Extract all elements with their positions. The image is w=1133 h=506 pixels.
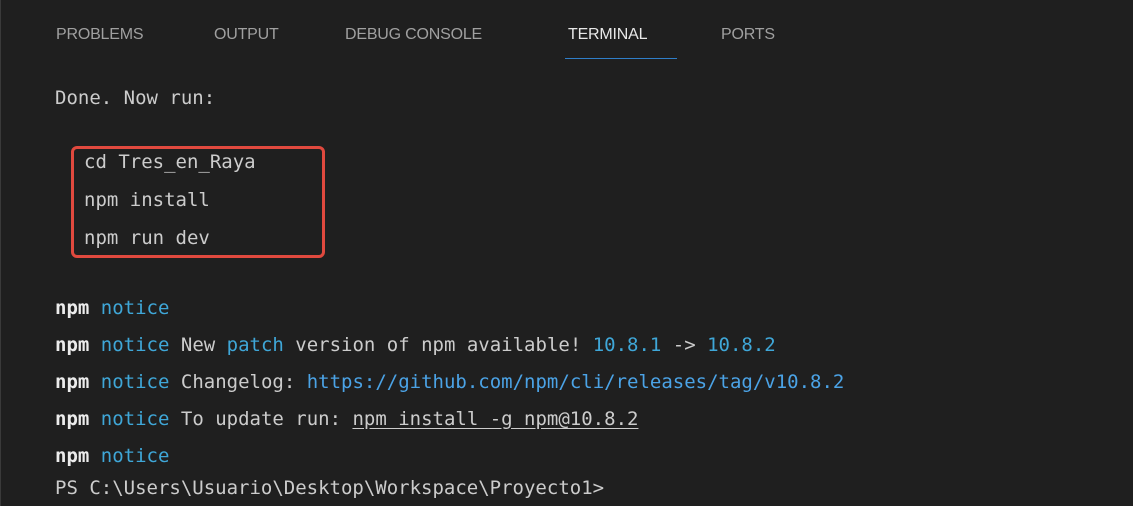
- npm-prefix: npm: [55, 334, 90, 356]
- notice-word: notice: [100, 297, 170, 319]
- version-arrow: ->: [661, 334, 708, 356]
- shell-prompt[interactable]: PS C:\Users\Usuario\Desktop\Workspace\Pr…: [55, 474, 604, 502]
- npm-update-command-line: npm notice To update run: npm install -g…: [55, 405, 638, 433]
- npm-update-available-line: npm notice New patch version of npm avai…: [55, 331, 776, 359]
- update-command-link[interactable]: npm install -g npm@10.8.2: [352, 408, 638, 430]
- command-line: cd Tres_en_Raya: [84, 151, 256, 173]
- update-run-label: To update run:: [180, 408, 353, 430]
- notice-word: notice: [100, 408, 170, 430]
- npm-prefix: npm: [55, 445, 90, 467]
- terminal-output[interactable]: Done. Now run: cd Tres_en_Raya npm insta…: [1, 0, 1133, 506]
- command-line: npm install: [84, 189, 210, 211]
- npm-prefix: npm: [55, 371, 90, 393]
- new-version: 10.8.2: [707, 334, 776, 356]
- old-version: 10.8.1: [592, 334, 662, 356]
- changelog-label: Changelog:: [180, 371, 307, 393]
- npm-changelog-line: npm notice Changelog: https://github.com…: [55, 368, 844, 396]
- npm-prefix: npm: [55, 297, 90, 319]
- notice-word: notice: [100, 445, 170, 467]
- npm-notice-line: npm notice: [55, 294, 169, 322]
- npm-notice-line: npm notice: [55, 442, 169, 470]
- done-line: Done. Now run:: [55, 87, 216, 109]
- terminal-panel: PROBLEMS OUTPUT DEBUG CONSOLE TERMINAL P…: [0, 0, 1133, 506]
- notice-word: notice: [100, 334, 170, 356]
- changelog-link[interactable]: https://github.com/npm/cli/releases/tag/…: [307, 371, 845, 393]
- update-text-a: New: [180, 334, 227, 356]
- patch-word: patch: [226, 334, 284, 356]
- command-line: npm run dev: [84, 227, 210, 249]
- update-text-b: version of npm available!: [283, 334, 593, 356]
- npm-prefix: npm: [55, 408, 90, 430]
- notice-word: notice: [100, 371, 170, 393]
